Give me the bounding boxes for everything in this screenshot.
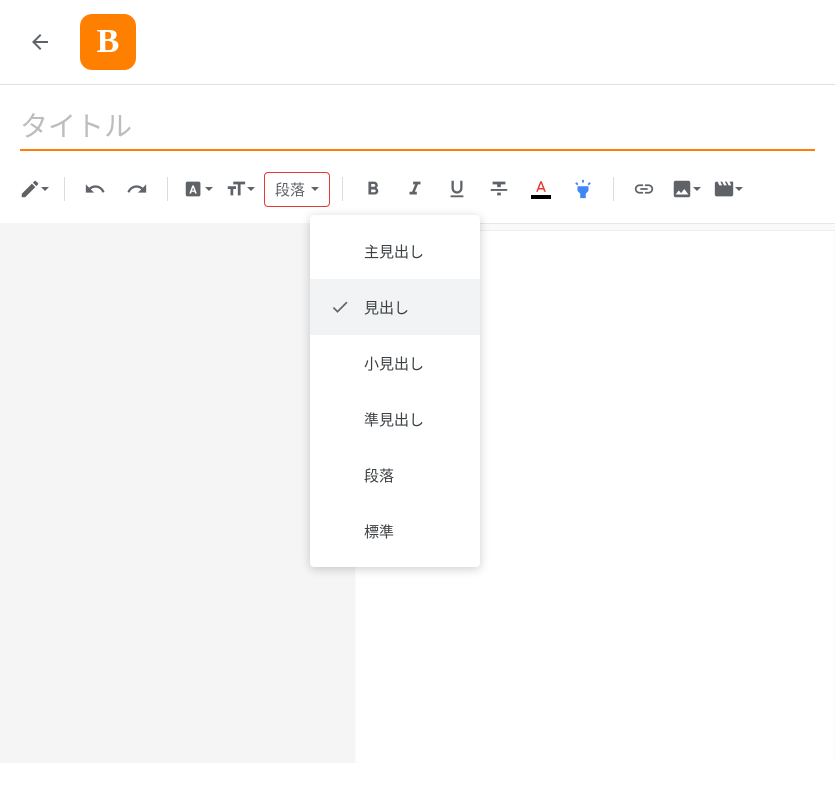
- divider: [64, 177, 65, 201]
- chevron-down-icon: [41, 187, 49, 191]
- dropdown-item-paragraph[interactable]: 段落: [310, 447, 480, 503]
- redo-icon: [126, 178, 148, 200]
- dropdown-item-label: 段落: [364, 465, 394, 486]
- title-input[interactable]: [20, 105, 815, 151]
- underline-button[interactable]: [439, 171, 475, 207]
- video-button[interactable]: [710, 171, 746, 207]
- text-size-icon: [225, 178, 247, 200]
- dropdown-item-heading[interactable]: 見出し: [310, 279, 480, 335]
- paragraph-dropdown: 主見出し 見出し 小見出し 準見出し 段落 標準: [310, 215, 480, 567]
- back-button[interactable]: [20, 22, 60, 62]
- image-icon: [671, 178, 693, 200]
- dropdown-item-label: 標準: [364, 521, 394, 542]
- underline-icon: [446, 178, 468, 200]
- arrow-left-icon: [28, 30, 52, 54]
- paragraph-style-button[interactable]: 段落: [264, 172, 330, 207]
- dropdown-item-label: 小見出し: [364, 353, 424, 374]
- chevron-down-icon: [205, 187, 213, 191]
- chevron-down-icon: [247, 187, 255, 191]
- blogger-logo: B: [80, 14, 136, 70]
- link-icon: [633, 178, 655, 200]
- chevron-down-icon: [693, 187, 701, 191]
- link-button[interactable]: [626, 171, 662, 207]
- paragraph-label: 段落: [275, 179, 305, 200]
- chevron-down-icon: [311, 187, 319, 191]
- dropdown-item-sub-heading[interactable]: 小見出し: [310, 335, 480, 391]
- logo-letter: B: [97, 23, 120, 61]
- redo-button[interactable]: [119, 171, 155, 207]
- font-size-button[interactable]: [222, 171, 258, 207]
- color-underline: [531, 195, 551, 199]
- edit-mode-button[interactable]: [16, 171, 52, 207]
- dropdown-item-label: 準見出し: [364, 409, 424, 430]
- dropdown-item-normal[interactable]: 標準: [310, 503, 480, 559]
- highlight-button[interactable]: [565, 171, 601, 207]
- strikethrough-icon: [488, 178, 510, 200]
- dropdown-item-minor-heading[interactable]: 準見出し: [310, 391, 480, 447]
- text-color-button[interactable]: [523, 171, 559, 207]
- chevron-down-icon: [735, 187, 743, 191]
- undo-icon: [84, 178, 106, 200]
- svg-text:A: A: [189, 184, 197, 197]
- font-family-button[interactable]: A: [180, 171, 216, 207]
- undo-button[interactable]: [77, 171, 113, 207]
- bold-icon: [362, 178, 384, 200]
- pencil-icon: [19, 178, 41, 200]
- dropdown-item-label: 主見出し: [364, 241, 424, 262]
- divider: [167, 177, 168, 201]
- app-header: B: [0, 0, 835, 85]
- divider: [342, 177, 343, 201]
- dropdown-item-label: 見出し: [364, 297, 409, 318]
- italic-icon: [404, 178, 426, 200]
- bold-button[interactable]: [355, 171, 391, 207]
- strikethrough-button[interactable]: [481, 171, 517, 207]
- dropdown-item-main-heading[interactable]: 主見出し: [310, 223, 480, 279]
- check-icon: [330, 297, 350, 317]
- editor-margin-left: [0, 223, 355, 763]
- font-icon: A: [183, 178, 205, 200]
- video-icon: [713, 178, 735, 200]
- title-area: [0, 85, 835, 151]
- editor-toolbar: A 段落 主見出し: [0, 151, 835, 223]
- italic-button[interactable]: [397, 171, 433, 207]
- divider: [613, 177, 614, 201]
- highlight-icon: [572, 178, 594, 200]
- image-button[interactable]: [668, 171, 704, 207]
